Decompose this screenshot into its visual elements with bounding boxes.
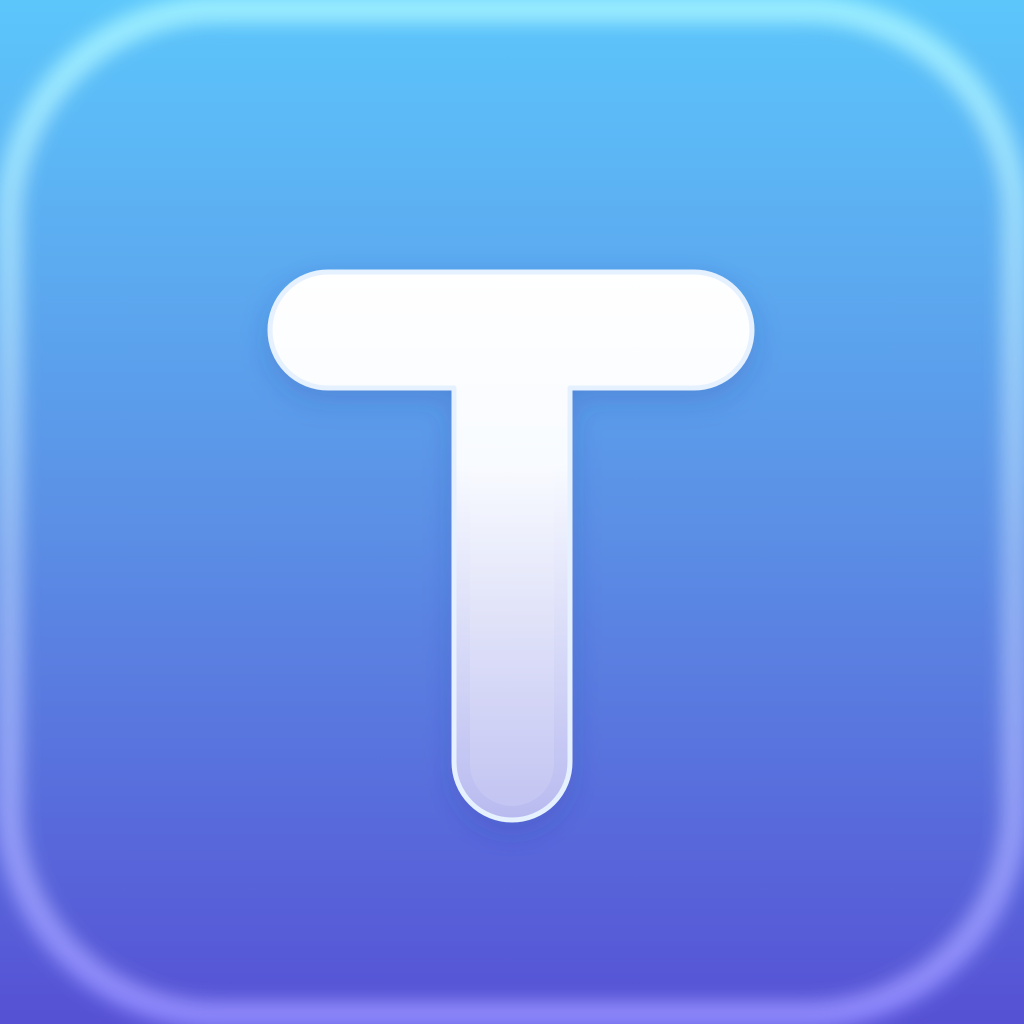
app-icon-canvas <box>0 0 1024 1024</box>
app-icon[interactable] <box>0 0 1024 1024</box>
letter-t-stem-highlight <box>470 396 554 806</box>
